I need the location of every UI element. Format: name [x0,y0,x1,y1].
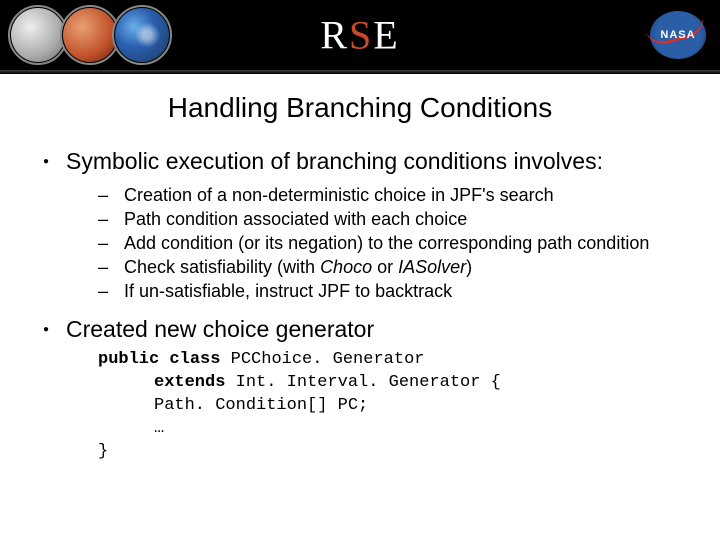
rse-logo-r: R [320,13,349,58]
rse-logo-e: E [373,13,399,58]
code-line-4: … [98,418,690,441]
dash-icon: – [98,281,114,302]
rse-logo: RSE [320,12,399,59]
sub-bullet-5-text: If un-satisfiable, instruct JPF to backt… [124,281,452,302]
dash-icon: – [98,185,114,206]
sub4-mid: or [372,257,398,277]
planet-row [0,5,164,65]
dash-icon: – [98,209,114,230]
earth-icon [112,5,172,65]
bullet-dot-icon: ● [40,156,52,167]
sub-bullet-4-text: Check satisfiability (with Choco or IASo… [124,257,472,278]
kw-public: public [98,350,159,369]
tool-choco: Choco [320,257,372,277]
dash-icon: – [98,233,114,254]
slide-content: Handling Branching Conditions ● Symbolic… [0,74,720,464]
sub4-pre: Check satisfiability (with [124,257,320,277]
slide-title: Handling Branching Conditions [30,92,690,124]
sub-bullet-2: –Path condition associated with each cho… [98,209,690,230]
bullet-2: ● Created new choice generator public cl… [40,316,690,464]
sub-bullet-1-text: Creation of a non-deterministic choice i… [124,185,554,206]
sub-bullet-2-text: Path condition associated with each choi… [124,209,467,230]
superclass: Int. Interval. Generator { [236,373,501,392]
sub4-post: ) [466,257,472,277]
code-line-5: } [98,441,690,464]
code-line-3: Path. Condition[] PC; [98,395,690,418]
bullet-2-text: Created new choice generator [66,316,374,343]
kw-extends: extends [154,373,225,392]
kw-class: class [169,350,220,369]
sub-bullet-5: –If un-satisfiable, instruct JPF to back… [98,281,690,302]
code-block: public class PCChoice. Generator extends… [40,349,690,464]
code-line-2: extends Int. Interval. Generator { [98,372,690,395]
nasa-logo-icon: NASA [650,11,706,59]
mars-icon [60,5,120,65]
sub-bullet-3-text: Add condition (or its negation) to the c… [124,233,649,254]
bullet-1-text: Symbolic execution of branching conditio… [66,148,603,175]
dash-icon: – [98,257,114,278]
bullet-1: ● Symbolic execution of branching condit… [40,148,690,302]
sub-bullet-3: –Add condition (or its negation) to the … [98,233,690,254]
nasa-text: NASA [660,29,695,41]
bullet-dot-icon: ● [40,324,52,335]
rse-logo-s: S [349,13,373,58]
moon-icon [8,5,68,65]
code-line-1: public class PCChoice. Generator [98,349,690,372]
sub-bullet-4: – Check satisfiability (with Choco or IA… [98,257,690,278]
tool-iasolver: IASolver [398,257,466,277]
header-banner: RSE NASA [0,0,720,70]
sub-bullet-1: –Creation of a non-deterministic choice … [98,185,690,206]
class-name: PCChoice. Generator [231,350,425,369]
